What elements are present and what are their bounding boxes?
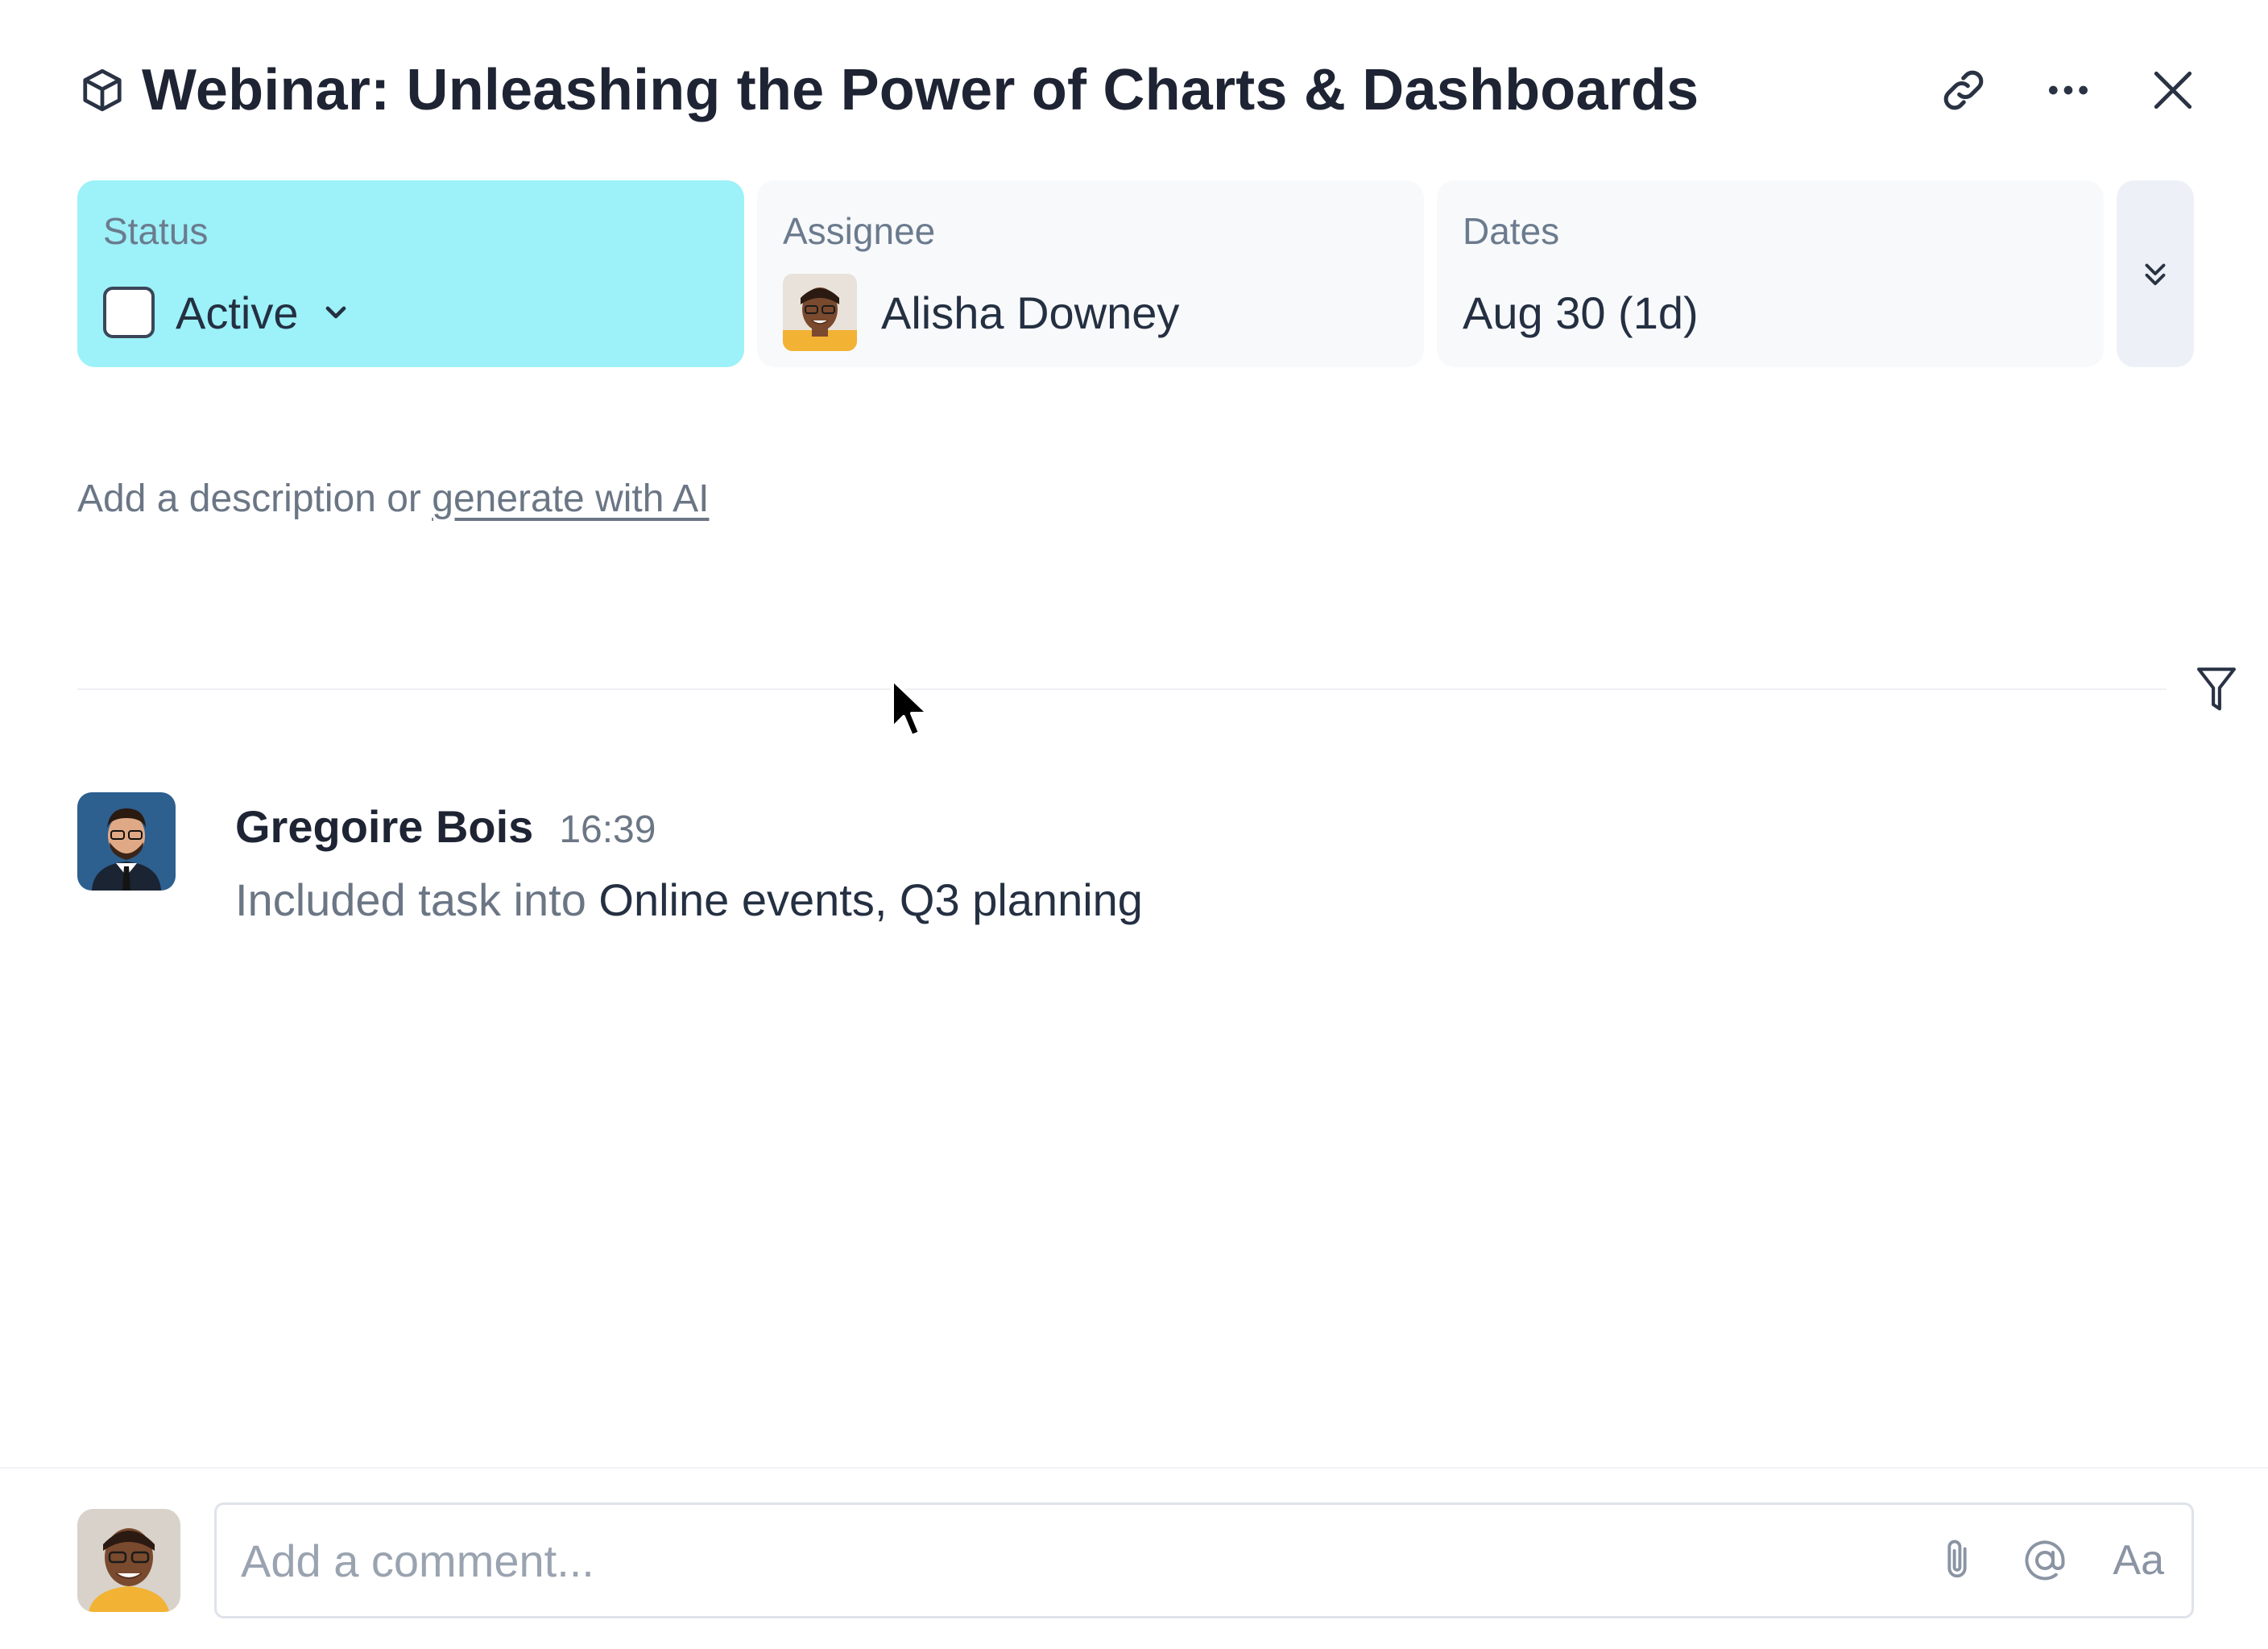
- copy-link-button[interactable]: [1933, 60, 1994, 121]
- paperclip-icon: [1947, 1539, 1967, 1578]
- activity-filter-button[interactable]: [2191, 662, 2242, 718]
- status-checkbox[interactable]: [103, 287, 155, 338]
- task-fields: Status Active Assignee Alisha Downey Dat…: [77, 180, 2194, 367]
- composer-divider: [0, 1467, 2268, 1469]
- close-button[interactable]: [2142, 60, 2204, 121]
- dates-label: Dates: [1463, 210, 1560, 252]
- assignee-avatar: [783, 274, 857, 351]
- task-title[interactable]: Webinar: Unleashing the Power of Charts …: [142, 57, 1933, 123]
- comment-box: Aa: [214, 1502, 2194, 1618]
- generate-with-ai-link[interactable]: generate with AI: [432, 477, 709, 520]
- activity-text: Included task into Online events, Q3 pla…: [235, 874, 1143, 926]
- comment-input[interactable]: [241, 1534, 1894, 1587]
- status-label: Status: [103, 210, 209, 252]
- expand-fields-button[interactable]: [2117, 180, 2194, 367]
- description-prompt[interactable]: Add a description or: [77, 477, 432, 520]
- more-icon: [2049, 85, 2088, 95]
- task-detail-panel: Webinar: Unleashing the Power of Charts …: [0, 0, 2268, 1649]
- activity-divider: [77, 688, 2167, 690]
- dates-value[interactable]: Aug 30 (1d): [1463, 287, 1699, 339]
- status-field[interactable]: Status Active: [77, 180, 744, 367]
- activity-target[interactable]: Online events, Q3 planning: [598, 874, 1143, 925]
- assignee-label: Assignee: [783, 210, 936, 252]
- close-icon: [2154, 71, 2192, 110]
- mouse-cursor-icon: [891, 678, 929, 738]
- current-user-avatar: [77, 1509, 180, 1612]
- filter-icon: [2196, 667, 2237, 711]
- attach-button[interactable]: [1937, 1537, 1977, 1584]
- description-placeholder[interactable]: Add a description or generate with AI: [77, 477, 709, 521]
- author-avatar: [77, 792, 176, 891]
- activity-time: 16:39: [559, 808, 656, 851]
- activity-author[interactable]: Gregoire Bois: [235, 800, 533, 853]
- dates-field[interactable]: Dates Aug 30 (1d): [1437, 180, 2104, 367]
- assignee-field[interactable]: Assignee Alisha Downey: [757, 180, 1424, 367]
- at-icon: [2025, 1540, 2065, 1581]
- assignee-value[interactable]: Alisha Downey: [881, 287, 1179, 339]
- activity-action: Included task into: [235, 874, 599, 925]
- task-header: Webinar: Unleashing the Power of Charts …: [77, 50, 2204, 130]
- more-options-button[interactable]: [2038, 60, 2099, 121]
- comment-composer: Aa: [77, 1502, 2194, 1618]
- cube-icon: [77, 65, 127, 115]
- chevron-down-icon[interactable]: [320, 296, 352, 329]
- activity-item: Gregoire Bois 16:39 Included task into O…: [77, 792, 1143, 926]
- link-icon: [1943, 70, 1984, 110]
- status-value[interactable]: Active: [176, 287, 299, 339]
- text-format-button[interactable]: Aa: [2113, 1536, 2164, 1585]
- double-chevron-down-icon: [2145, 263, 2166, 286]
- mention-button[interactable]: [2021, 1536, 2069, 1585]
